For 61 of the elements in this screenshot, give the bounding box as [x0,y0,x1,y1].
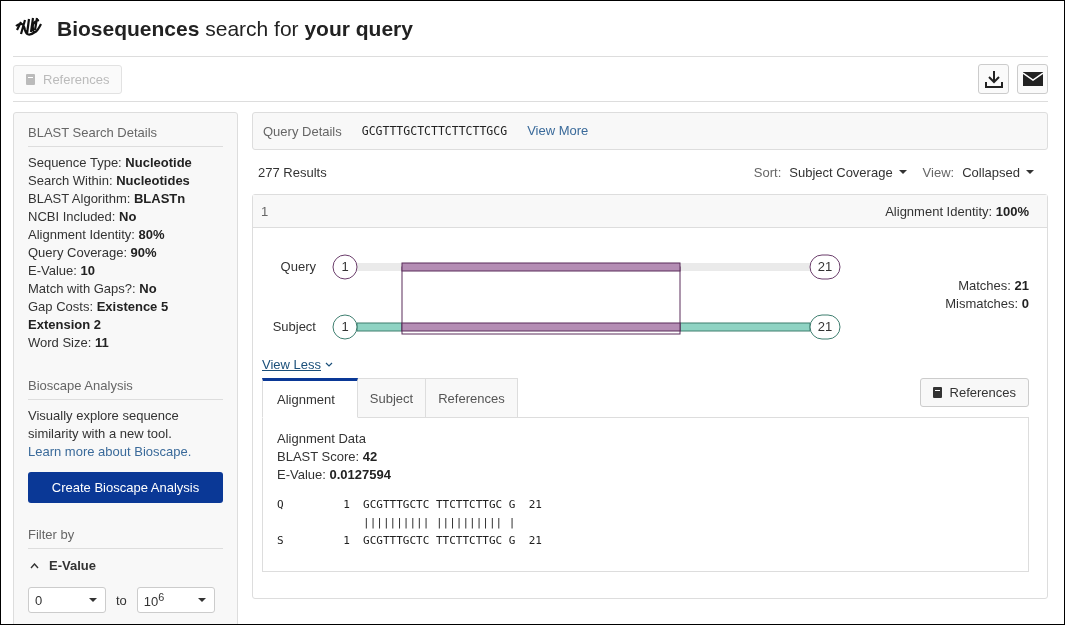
detail-text: Sequence Type: Nucleotide [28,154,193,172]
book-icon [932,387,942,398]
results-count: 277 Results [258,164,327,180]
from-select[interactable]: 0 [28,587,106,613]
create-analysis-button[interactable]: Create Bioscape Analysis [28,472,223,503]
stat-text: Mismatches: 0 [945,294,1029,313]
section-heading: Bioscape Analysis [28,378,223,400]
detail-text: Alignment Identity: 80% [28,226,166,244]
section-heading: Filter by [28,527,223,549]
alignment-stat: BLAST Score: 42 [277,448,379,466]
view-more-link[interactable]: View More [527,122,589,140]
query-start-marker: 1 [332,254,358,280]
subject-start-marker: 1 [332,314,358,340]
subject-label: Subject [272,319,316,334]
detail-text: Word Size: 11 [28,334,110,352]
detail-text: BLAST Algorithm: BLASTn [28,190,187,208]
identity-text: Alignment Identity: 100% [885,203,1029,219]
detail-text: E-Value: 10 [28,262,96,280]
tab[interactable]: Alignment [262,378,358,418]
sort-label: Sort: [753,164,782,180]
caret-icon [1026,170,1034,174]
bioscape-description: Visually explore sequence similarity with a new tool. [28,407,180,443]
alignment-stat: E-Value: 0.0127594 [277,466,392,484]
envelope-icon [1022,71,1043,87]
download-button[interactable] [978,64,1009,94]
email-button[interactable] [1017,64,1048,94]
detail-text: Search Within: Nucleotides [28,172,191,190]
caret-icon [898,170,907,174]
tab[interactable]: Subject [357,378,427,418]
book-icon [26,73,35,85]
query-details-label: Query Details [263,123,342,139]
detail-text: Gap Costs: Existence 5 Extension 2 [28,298,170,334]
query-sequence: GCGTTTGCTCTTCTTCTTGCG [361,124,508,138]
detail-text: Query Coverage: 90% [28,244,158,262]
detail-text: NCBI Included: No [28,208,138,226]
section-heading: BLAST Search Details [28,125,223,147]
to-text: to [116,592,127,608]
detail-text: Match with Gaps?: No [28,280,158,298]
chevron-icon [325,362,333,367]
page-title: Biosequences search for your query [57,16,413,41]
subject-end-marker: 21 [809,314,841,340]
result-index: 1 [261,203,269,219]
stat-text: Matches: 21 [957,276,1029,295]
alignment-line: S 1 GCGTTTGCTC TTCTTCTTGC G 21 [277,533,543,549]
alignment-title: Alignment Data [277,430,367,448]
view-label: View: [922,164,955,180]
view-less-link[interactable]: View Less [262,357,333,372]
caret-icon [89,598,97,602]
view-dropdown[interactable]: Collapsed [962,164,1042,180]
alignment-line: Q 1 GCGTTTGCTC TTCTTCTTGC G 21 [277,497,543,513]
alignment-line: |||||||||| |||||||||| | [362,515,517,531]
query-label: Query [280,259,316,274]
references-button[interactable]: References [919,378,1029,407]
caret-icon [197,598,206,602]
filter-label: E-Value [49,558,96,573]
to-select[interactable]: 10$^{6}$ [136,587,215,613]
tab[interactable]: References [426,378,518,418]
download-icon [983,69,1004,89]
learn-more-link[interactable]: Learn more about Bioscape. [28,444,192,459]
query-end-marker: 21 [809,254,841,280]
sort-dropdown[interactable]: Subject Coverage [789,164,915,180]
